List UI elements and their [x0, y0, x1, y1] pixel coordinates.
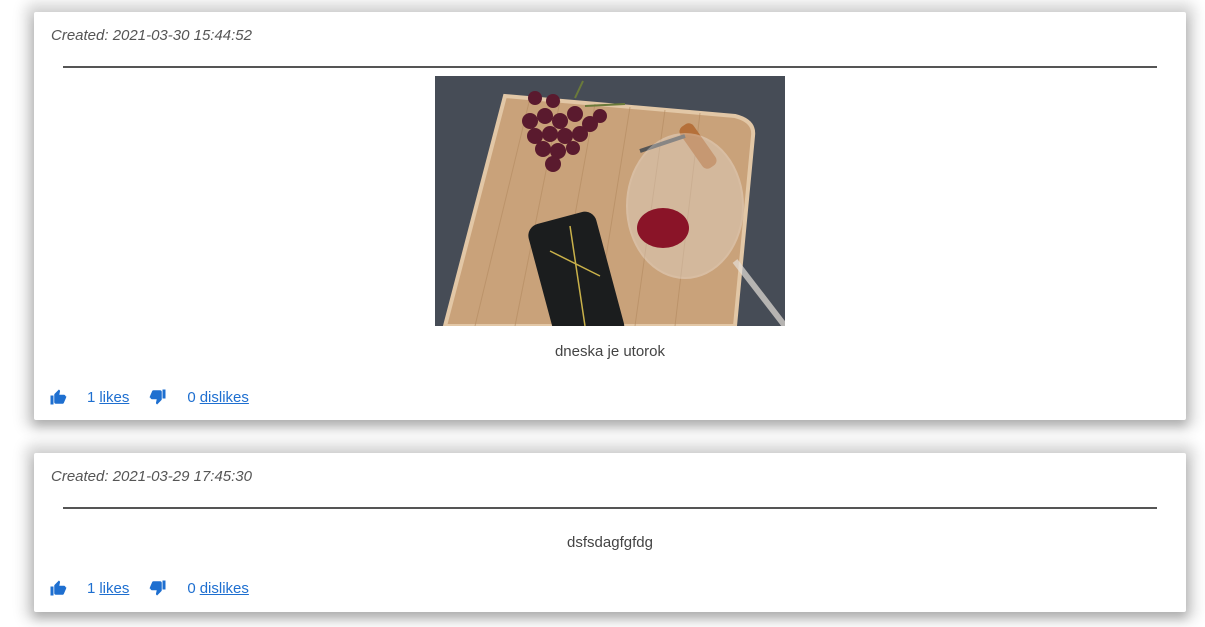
divider [63, 507, 1157, 509]
thumbs-down-icon[interactable] [149, 579, 167, 597]
post-actions: 1 likes 0 dislikes [49, 579, 249, 597]
post-text: dneska je utorok [554, 343, 666, 360]
post-image [435, 76, 785, 326]
dislikes-count: 0 [187, 579, 196, 597]
likes-link[interactable]: likes [99, 389, 129, 406]
thumbs-up-icon[interactable] [49, 579, 67, 597]
post-created-date: Created: 2021-03-29 17:45:30 [51, 468, 252, 485]
post-text: dsfsdagfgfdg [567, 534, 653, 551]
likes-link[interactable]: likes [99, 580, 129, 597]
post-actions: 1 likes 0 dislikes [49, 388, 249, 406]
post-created-date: Created: 2021-03-30 15:44:52 [51, 27, 252, 44]
likes-count: 1 [87, 579, 96, 597]
dislikes-link[interactable]: dislikes [200, 389, 249, 406]
dislikes-link[interactable]: dislikes [200, 580, 249, 597]
likes-count: 1 [87, 388, 96, 406]
post-card: Created: 2021-03-30 15:44:52 dneska je u… [34, 12, 1186, 420]
divider [63, 66, 1157, 68]
thumbs-up-icon[interactable] [49, 388, 67, 406]
thumbs-down-icon[interactable] [149, 388, 167, 406]
dislikes-count: 0 [187, 388, 196, 406]
post-card: Created: 2021-03-29 17:45:30 dsfsdagfgfd… [34, 453, 1186, 612]
